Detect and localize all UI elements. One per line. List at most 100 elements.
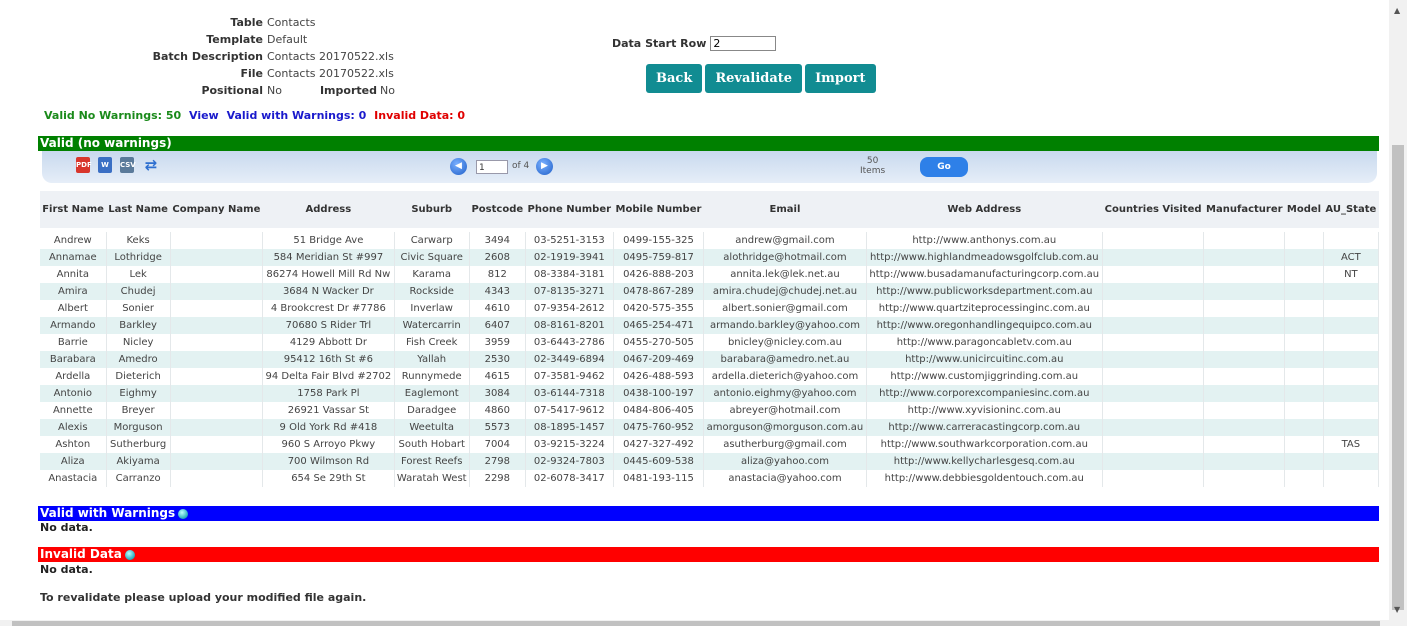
table-row[interactable]: Barrie Nicley 4129 Abbott Dr Fish Creek 3959… [40,334,1380,351]
table-row[interactable]: Anastacia Carranzo 654 Se 29th St Waratah W… [40,470,1380,487]
table-cell: 08-3384-3181 [525,266,614,283]
positional-label: Positional [201,84,263,97]
column-header[interactable]: Postcode [469,191,526,228]
pdf-icon[interactable]: PDF [76,157,92,173]
table-cell [1284,368,1324,385]
table-cell: 94 Delta Fair Blvd #2702 [262,368,395,385]
table-cell [1284,453,1324,470]
column-header[interactable]: Model [1284,191,1324,228]
column-header[interactable]: First Name [40,191,107,228]
table-cell: 3684 N Wacker Dr [262,283,395,300]
table-row[interactable]: Andrew Keks 51 Bridge Ave Carwarp 3494 03-525… [40,232,1380,249]
column-header[interactable]: Web Address [866,191,1103,228]
table-cell: 0426-488-593 [613,368,705,385]
table-cell: 51 Bridge Ave [262,232,395,249]
table-row[interactable]: Barabara Amedro 95412 16th St #6 Yallah 2530… [40,351,1380,368]
csv-icon[interactable]: CSV [120,157,136,173]
items-label: Items [860,166,886,176]
table-cell [1323,385,1380,402]
table-row[interactable]: Alexis Morguson 9 Old York Rd #418 Weetulta… [40,419,1380,436]
table-cell [1203,453,1286,470]
table-row[interactable]: Antonio Eighmy 1758 Park Pl Eaglemont 3084 03… [40,385,1380,402]
table-cell [170,402,264,419]
table-row[interactable]: Armando Barkley 70680 S Rider Trl Watercarr… [40,317,1380,334]
info-icon[interactable] [178,508,189,519]
table-row[interactable]: Aliza Akiyama 700 Wilmson Rd Forest Reefs 27… [40,453,1380,470]
table-cell: 0478-867-289 [613,283,705,300]
invalid-section-header: Invalid Data [38,547,1379,562]
column-header[interactable]: Last Name [106,191,171,228]
table-cell: http://www.southwarkcorporation.com.au [866,436,1103,453]
table-cell: Annita [40,266,107,283]
table-cell: 3084 [469,385,526,402]
table-cell: http://www.debbiesgoldentouch.com.au [866,470,1103,487]
table-cell: Fish Creek [394,334,470,351]
column-header[interactable]: Manufacturer [1203,191,1285,228]
scroll-up-icon[interactable]: ▲ [1394,6,1400,15]
vertical-scrollbar[interactable]: ▲ ▼ [1389,0,1407,626]
valid-with-warnings-count: Valid with Warnings: 0 [226,109,367,122]
import-button[interactable]: Import [805,64,876,93]
column-header[interactable]: Phone Number [525,191,614,228]
info-icon[interactable] [124,549,135,560]
vertical-scroll-thumb[interactable] [1392,145,1404,610]
table-row[interactable]: Annette Breyer 26921 Vassar St Daradgee 4860… [40,402,1380,419]
column-header[interactable]: Suburb [394,191,470,228]
go-button[interactable]: Go [920,157,968,177]
word-icon[interactable]: W [98,157,112,173]
back-button[interactable]: Back [646,64,703,93]
table-cell: http://www.unicircuitinc.com.au [866,351,1103,368]
revalidate-button[interactable]: Revalidate [705,64,803,93]
table-cell [170,419,264,436]
table-cell: http://www.publicworksdepartment.com.au [866,283,1103,300]
page-number-input[interactable]: 1 [476,160,508,174]
table-cell [170,453,264,470]
column-header[interactable]: Email [703,191,867,228]
scroll-down-icon[interactable]: ▼ [1394,605,1400,614]
table-row[interactable]: Amira Chudej 3684 N Wacker Dr Rockside 4343 0… [40,283,1380,300]
table-cell [1102,283,1205,300]
view-link[interactable]: View [189,109,219,122]
table-cell: Runnymede [394,368,470,385]
table-row[interactable]: Annita Lek 86274 Howell Mill Rd Nw Karama 81… [40,266,1380,283]
table-cell: South Hobart [394,436,470,453]
table-cell [1203,470,1286,487]
table-cell: anastacia@yahoo.com [703,470,867,487]
table-cell: asutherburg@gmail.com [703,436,867,453]
table-cell [1284,317,1324,334]
table-cell: 86274 Howell Mill Rd Nw [262,266,395,283]
table-cell: 0484-806-405 [613,402,705,419]
table-cell: Civic Square [394,249,470,266]
action-buttons: Back Revalidate Import [646,64,876,93]
table-cell [1203,402,1286,419]
table-cell: Lek [106,266,171,283]
column-header[interactable]: Countries Visited [1102,191,1204,228]
refresh-icon[interactable]: ⇄ [144,157,158,173]
horizontal-scroll-thumb[interactable] [12,621,1380,626]
table-row[interactable]: Albert Sonier 4 Brookcrest Dr #7786 Inverla… [40,300,1380,317]
table-cell [1203,249,1286,266]
table-row[interactable]: Ardella Dieterich 94 Delta Fair Blvd #2702… [40,368,1380,385]
table-row[interactable]: Ashton Sutherburg 960 S Arroyo Pkwy South H… [40,436,1380,453]
column-header[interactable]: Company Name [170,191,263,228]
column-header[interactable]: AU_State [1323,191,1379,228]
data-start-row-input[interactable] [710,36,777,51]
column-header[interactable]: Mobile Number [613,191,704,228]
table-cell [1102,266,1205,283]
prev-page-icon[interactable]: ◀ [450,158,467,175]
table-cell [1203,368,1286,385]
next-page-icon[interactable]: ▶ [536,158,553,175]
column-header[interactable]: Address [262,191,395,228]
horizontal-scrollbar[interactable] [0,620,1389,626]
table-cell [170,266,264,283]
items-count: 50 Items [860,156,885,176]
table-cell: Barkley [106,317,171,334]
table-cell: Alexis [40,419,107,436]
invalid-data-count: Invalid Data: 0 [374,109,466,122]
table-cell [1102,351,1205,368]
table-cell: Waratah West [394,470,470,487]
table-cell [170,283,264,300]
import-preview-page: Table Contacts Template Default Batch Desc… [0,0,1389,626]
table-row[interactable]: Annamae Lothridge 584 Meridian St #997 Civi… [40,249,1380,266]
table-cell [170,232,264,249]
